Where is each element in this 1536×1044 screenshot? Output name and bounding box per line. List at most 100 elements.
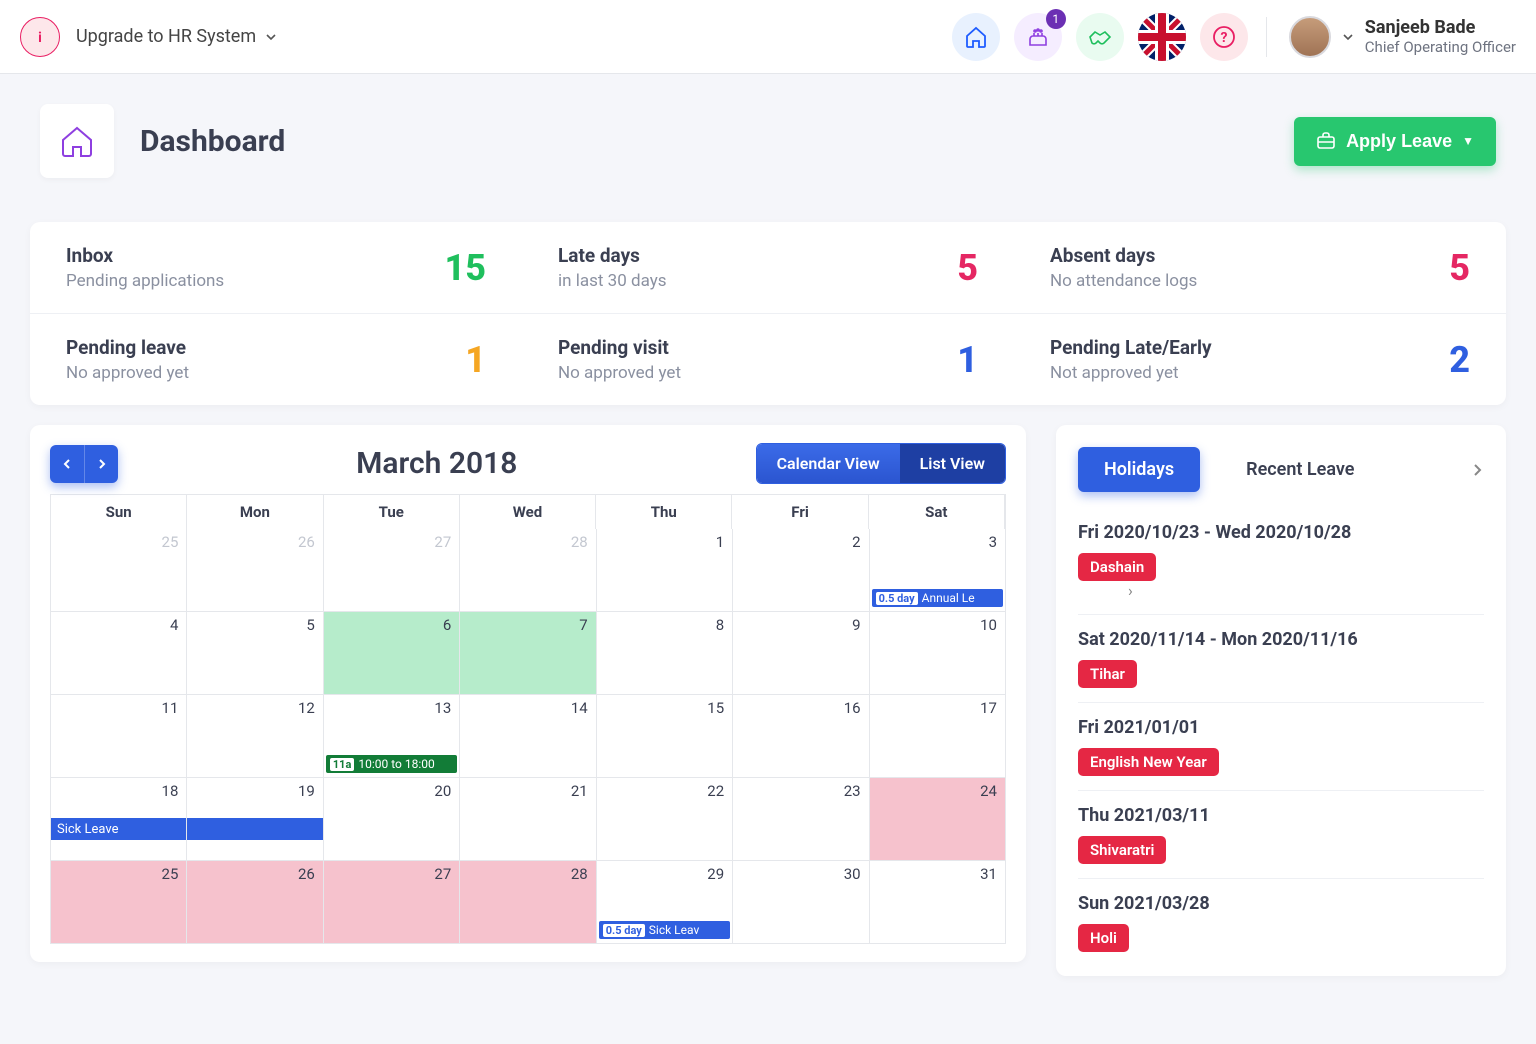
home-icon[interactable] bbox=[952, 13, 1000, 61]
list-view-button[interactable]: List View bbox=[900, 444, 1005, 483]
holiday-item[interactable]: Sat 2020/11/14 - Mon 2020/11/16 Tihar bbox=[1078, 615, 1484, 703]
calendar-event-span[interactable] bbox=[187, 818, 322, 840]
info-icon[interactable]: i bbox=[20, 17, 60, 57]
stat-subtitle: No approved yet bbox=[558, 363, 681, 383]
stat-item[interactable]: Pending leave No approved yet 1 bbox=[30, 314, 522, 405]
calendar-cell[interactable]: 25 bbox=[50, 861, 186, 944]
apply-leave-label: Apply Leave bbox=[1346, 131, 1452, 152]
day-number: 4 bbox=[170, 616, 178, 634]
calendar-cell[interactable]: 9 bbox=[732, 612, 868, 695]
holiday-date: Thu 2021/03/11 bbox=[1078, 805, 1484, 826]
calendar-cell[interactable]: 27 bbox=[323, 529, 459, 612]
language-flag-icon[interactable] bbox=[1138, 13, 1186, 61]
calendar-cell[interactable]: 13 11a10:00 to 18:00 bbox=[323, 695, 459, 778]
calendar-cell[interactable]: 23 bbox=[732, 778, 868, 861]
calendar-cell[interactable]: 26 bbox=[186, 861, 322, 944]
calendar-cell[interactable]: 10 bbox=[869, 612, 1005, 695]
day-number: 14 bbox=[571, 699, 588, 717]
calendar-cell[interactable]: 11 bbox=[50, 695, 186, 778]
calendar-cell[interactable]: 31 bbox=[869, 861, 1005, 944]
calendar-cell[interactable]: 12 bbox=[186, 695, 322, 778]
page-title: Dashboard bbox=[140, 124, 285, 159]
user-role: Chief Operating Officer bbox=[1365, 38, 1516, 56]
chevron-right-icon[interactable] bbox=[1470, 463, 1484, 477]
holiday-item[interactable]: Sun 2021/03/28 Holi bbox=[1078, 879, 1484, 966]
calendar-cell[interactable]: 4 bbox=[50, 612, 186, 695]
birthday-badge: 1 bbox=[1046, 9, 1066, 29]
calendar-cell[interactable]: 30 bbox=[732, 861, 868, 944]
stat-value: 1 bbox=[957, 339, 978, 381]
calendar-cell[interactable]: 14 bbox=[459, 695, 595, 778]
day-number: 10 bbox=[980, 616, 997, 634]
calendar-cell[interactable]: 7 bbox=[459, 612, 595, 695]
calendar-cell[interactable]: 19 bbox=[186, 778, 322, 861]
apply-leave-button[interactable]: Apply Leave ▼ bbox=[1294, 117, 1496, 166]
birthday-icon[interactable]: 1 bbox=[1014, 13, 1062, 61]
holidays-card: Holidays Recent Leave Fri 2020/10/23 - W… bbox=[1056, 425, 1506, 976]
holiday-item[interactable]: Fri 2021/01/01 English New Year bbox=[1078, 703, 1484, 791]
calendar-cell[interactable]: 21 bbox=[459, 778, 595, 861]
calendar-cell[interactable]: 2 bbox=[732, 529, 868, 612]
upgrade-dropdown[interactable]: Upgrade to HR System bbox=[76, 26, 278, 47]
holiday-list: Fri 2020/10/23 - Wed 2020/10/28 Dashain … bbox=[1078, 508, 1484, 966]
day-number: 1 bbox=[716, 533, 724, 551]
dashboard-icon bbox=[40, 104, 114, 178]
calendar-title: March 2018 bbox=[118, 446, 756, 481]
calendar-cell[interactable]: 26 bbox=[186, 529, 322, 612]
stat-value: 2 bbox=[1449, 339, 1470, 381]
calendar-next-button[interactable] bbox=[84, 445, 118, 483]
holiday-tag: English New Year bbox=[1078, 748, 1219, 776]
day-number: 26 bbox=[298, 533, 315, 551]
caret-down-icon: ▼ bbox=[1462, 134, 1474, 148]
calendar-event[interactable]: 0.5 daySick Leav bbox=[599, 921, 730, 939]
day-number: 26 bbox=[298, 865, 315, 883]
calendar-cell[interactable]: 18Sick Leave bbox=[50, 778, 186, 861]
briefcase-icon bbox=[1316, 131, 1336, 151]
page-header: Dashboard Apply Leave ▼ bbox=[0, 74, 1536, 202]
calendar-cell[interactable]: 30.5 dayAnnual Le bbox=[869, 529, 1005, 612]
chevron-down-icon bbox=[264, 30, 278, 44]
holiday-item[interactable]: Fri 2020/10/23 - Wed 2020/10/28 Dashain … bbox=[1078, 508, 1484, 615]
help-icon[interactable]: ? bbox=[1200, 13, 1248, 61]
handshake-icon[interactable] bbox=[1076, 13, 1124, 61]
stat-item[interactable]: Inbox Pending applications 15 bbox=[30, 222, 522, 314]
calendar-event-span[interactable]: Sick Leave bbox=[51, 818, 186, 840]
stat-item[interactable]: Pending visit No approved yet 1 bbox=[522, 314, 1014, 405]
calendar-prev-button[interactable] bbox=[50, 445, 84, 483]
day-number: 13 bbox=[434, 699, 451, 717]
calendar-event[interactable]: 11a10:00 to 18:00 bbox=[326, 755, 457, 773]
stat-item[interactable]: Absent days No attendance logs 5 bbox=[1014, 222, 1506, 314]
holiday-item[interactable]: Thu 2021/03/11 Shivaratri bbox=[1078, 791, 1484, 879]
calendar-cell[interactable]: 6 bbox=[323, 612, 459, 695]
day-number: 15 bbox=[707, 699, 724, 717]
calendar-event[interactable]: 0.5 dayAnnual Le bbox=[872, 589, 1003, 607]
stat-item[interactable]: Late days in last 30 days 5 bbox=[522, 222, 1014, 314]
stat-subtitle: Not approved yet bbox=[1050, 363, 1212, 383]
calendar-cell[interactable]: 290.5 daySick Leav bbox=[596, 861, 732, 944]
calendar-dow: Wed bbox=[460, 495, 596, 529]
calendar-cell[interactable]: 20 bbox=[323, 778, 459, 861]
day-number: 25 bbox=[162, 865, 179, 883]
calendar-cell[interactable]: 28 bbox=[459, 861, 595, 944]
day-number: 23 bbox=[844, 782, 861, 800]
tab-holidays[interactable]: Holidays bbox=[1078, 447, 1200, 492]
stat-title: Pending Late/Early bbox=[1050, 336, 1212, 359]
calendar-cell[interactable]: 28 bbox=[459, 529, 595, 612]
calendar-cell[interactable]: 24 bbox=[869, 778, 1005, 861]
day-number: 31 bbox=[980, 865, 997, 883]
calendar-cell[interactable]: 8 bbox=[596, 612, 732, 695]
calendar-cell[interactable]: 5 bbox=[186, 612, 322, 695]
calendar-grid: SunMonTueWedThuFriSat 252627281230.5 day… bbox=[50, 494, 1006, 944]
tab-recent-leave[interactable]: Recent Leave bbox=[1220, 447, 1380, 492]
day-number: 17 bbox=[980, 699, 997, 717]
calendar-cell[interactable]: 17 bbox=[869, 695, 1005, 778]
calendar-cell[interactable]: 22 bbox=[596, 778, 732, 861]
user-menu[interactable]: Sanjeeb Bade Chief Operating Officer bbox=[1289, 16, 1516, 58]
calendar-view-button[interactable]: Calendar View bbox=[757, 444, 900, 483]
calendar-cell[interactable]: 16 bbox=[732, 695, 868, 778]
calendar-cell[interactable]: 15 bbox=[596, 695, 732, 778]
calendar-cell[interactable]: 25 bbox=[50, 529, 186, 612]
calendar-cell[interactable]: 1 bbox=[596, 529, 732, 612]
stat-item[interactable]: Pending Late/Early Not approved yet 2 bbox=[1014, 314, 1506, 405]
calendar-cell[interactable]: 27 bbox=[323, 861, 459, 944]
